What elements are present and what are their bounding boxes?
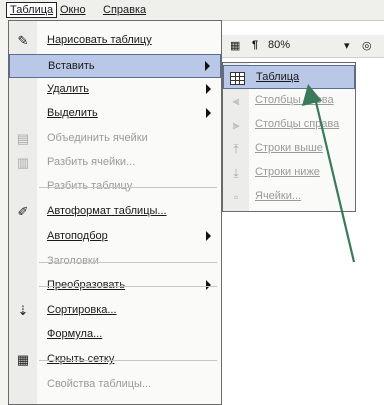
pointer-arrow bbox=[302, 84, 356, 263]
